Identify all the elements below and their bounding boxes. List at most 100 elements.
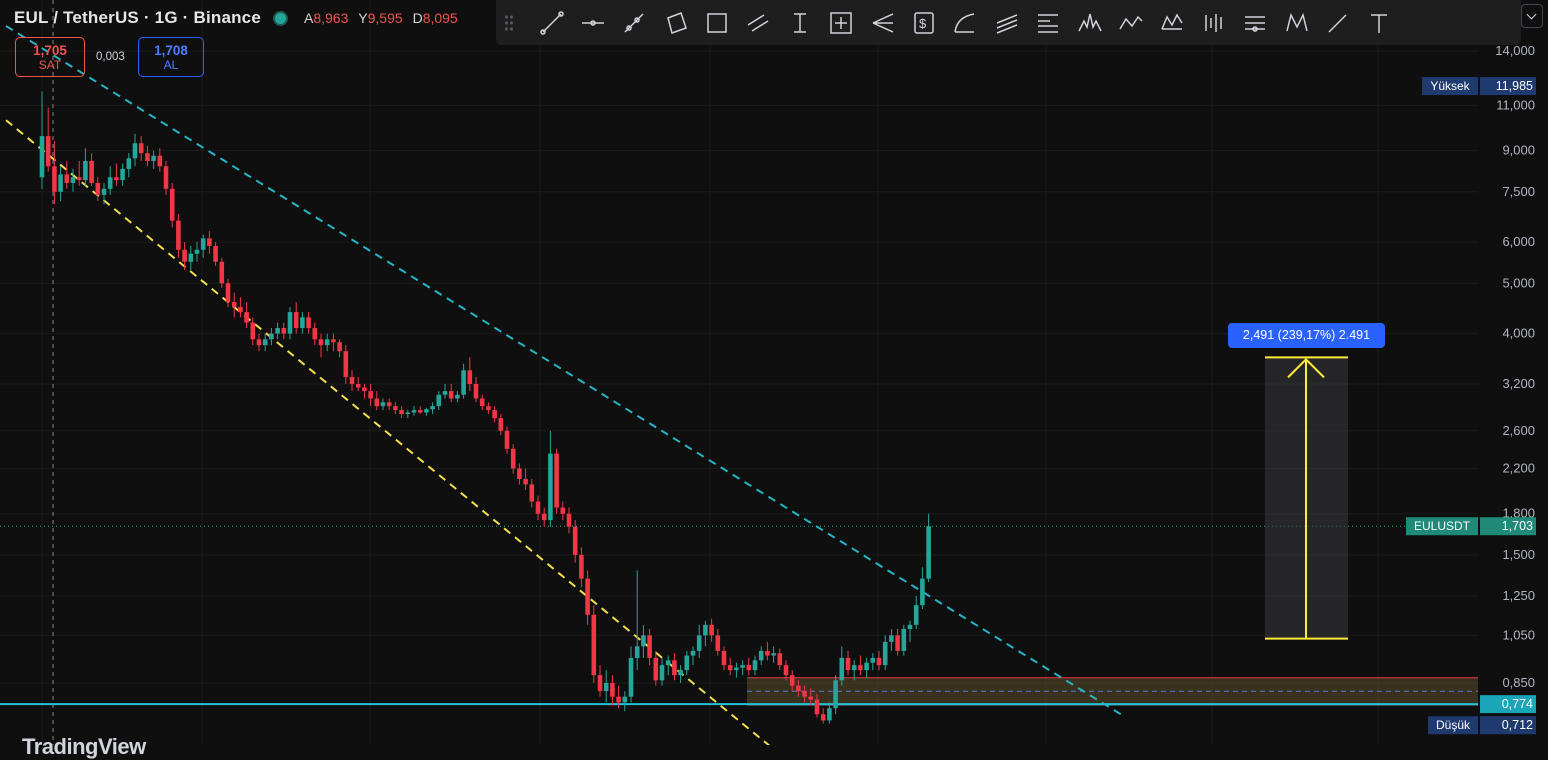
- stat-key: Y: [358, 10, 368, 26]
- date-price-range-tool[interactable]: [822, 7, 861, 39]
- candle-body: [207, 238, 212, 246]
- candle-body: [734, 667, 739, 671]
- candle-body: [926, 526, 931, 579]
- long-position-tool[interactable]: $: [905, 7, 944, 39]
- candle-body: [820, 714, 826, 721]
- candle-body: [579, 554, 584, 579]
- stat-value: 9,595: [367, 10, 403, 26]
- price-range-tool[interactable]: [780, 7, 819, 39]
- ray-tool[interactable]: [615, 7, 654, 39]
- candle-body: [145, 153, 150, 161]
- candle-body: [231, 302, 237, 308]
- candle-body: [653, 657, 659, 681]
- trend-line-tool[interactable]: [532, 7, 571, 39]
- fib-retracement-tool[interactable]: [1029, 7, 1068, 39]
- stat-key: A: [304, 10, 314, 26]
- price-tick-label: 7,500: [1502, 184, 1535, 199]
- fib-channel-tool[interactable]: [987, 7, 1026, 39]
- stat-value: 8,963: [313, 10, 349, 26]
- candle-body: [541, 513, 547, 521]
- candle-body: [417, 410, 423, 413]
- candle-body: [647, 635, 652, 658]
- candle-body: [114, 177, 119, 181]
- candle-body: [436, 394, 442, 407]
- toolbar-drag-handle[interactable]: [504, 13, 514, 32]
- candle-body: [455, 394, 460, 399]
- brush-tool[interactable]: [1318, 7, 1357, 39]
- fib-retracement-icon: [1038, 13, 1059, 33]
- head-shoulders-tool[interactable]: [1070, 7, 1109, 39]
- candle-body: [901, 628, 907, 651]
- stat-value: 8,095: [422, 10, 458, 26]
- upper-channel-line: [5, 25, 1122, 716]
- candle-body: [380, 402, 386, 407]
- candle-body: [845, 657, 851, 671]
- candle-body: [157, 155, 163, 167]
- text-tool[interactable]: [1360, 7, 1399, 39]
- candle-body: [634, 646, 640, 658]
- symbol-header: EUL / TetherUS · 1G · Binance A8,963 Y9,…: [14, 7, 458, 29]
- candle-body: [448, 391, 454, 399]
- horizontal-ray-icon: [581, 19, 604, 26]
- bar-pattern-tool[interactable]: [1194, 7, 1233, 39]
- candle-body: [312, 328, 318, 340]
- candle-body: [808, 696, 814, 700]
- candle-body: [473, 383, 479, 399]
- candle-body: [572, 526, 578, 555]
- price-tick-label: 5,000: [1502, 275, 1535, 290]
- candle-body: [95, 182, 101, 195]
- fib-speed-tool[interactable]: [1236, 7, 1275, 39]
- candle-body: [690, 650, 696, 656]
- buy-label: AL: [163, 57, 179, 72]
- candle-body: [802, 691, 807, 697]
- buy-button[interactable]: 1,708 AL: [138, 37, 204, 77]
- candle-body: [876, 657, 882, 666]
- candle-body: [771, 653, 776, 656]
- candle-body: [120, 168, 125, 181]
- elliott-wave-tool[interactable]: [1153, 7, 1192, 39]
- candle-body: [306, 317, 311, 329]
- candle-body: [535, 501, 541, 514]
- tradingview-logo[interactable]: TradingView: [22, 734, 146, 760]
- collapse-toolbar-button[interactable]: [1521, 4, 1543, 28]
- candle-body: [709, 624, 714, 636]
- candle-body: [765, 650, 770, 656]
- candle-body: [182, 249, 187, 262]
- candle-body: [281, 328, 287, 334]
- candle-body: [851, 665, 857, 671]
- candle-body: [343, 351, 349, 378]
- candle-body: [486, 406, 491, 411]
- candle-body: [684, 655, 690, 671]
- candle-body: [442, 391, 448, 395]
- arc-tool[interactable]: [946, 7, 985, 39]
- parallel-channel-tool[interactable]: [739, 7, 778, 39]
- cypher-pattern-tool[interactable]: [1277, 7, 1316, 39]
- sell-button[interactable]: 1,705 SAT: [15, 37, 85, 77]
- candle-body: [269, 333, 274, 340]
- candle-body: [727, 665, 733, 671]
- candle-body: [213, 245, 218, 262]
- candle-body: [591, 614, 597, 676]
- candle-body: [504, 430, 510, 449]
- candle-body: [58, 174, 63, 192]
- rectangle-tool[interactable]: [698, 7, 737, 39]
- xabcd-pattern-tool[interactable]: [1111, 7, 1150, 39]
- candle-body: [89, 160, 94, 183]
- fib-speed-icon: [1245, 15, 1266, 32]
- candle-body: [554, 453, 559, 508]
- horizontal-ray-tool[interactable]: [573, 7, 612, 39]
- candle-body: [498, 418, 504, 431]
- candle-body: [126, 158, 132, 169]
- price-chart[interactable]: 14,000 11,000 9,000 7,500 6,000 5,000 4,000 3,2…: [0, 0, 1548, 745]
- pitchfork-tool[interactable]: [863, 7, 902, 39]
- candle-body: [783, 665, 789, 676]
- candle-body: [386, 402, 392, 407]
- symbol-title[interactable]: EUL / TetherUS · 1G · Binance: [14, 8, 261, 28]
- candle-body: [920, 578, 925, 606]
- candle-body: [275, 328, 280, 334]
- rotated-rectangle-tool[interactable]: [656, 7, 695, 39]
- candle-body: [548, 453, 553, 521]
- parallel-channel-icon: [748, 13, 769, 32]
- price-tick-label: 11,000: [1496, 97, 1535, 112]
- candle-body: [641, 635, 646, 647]
